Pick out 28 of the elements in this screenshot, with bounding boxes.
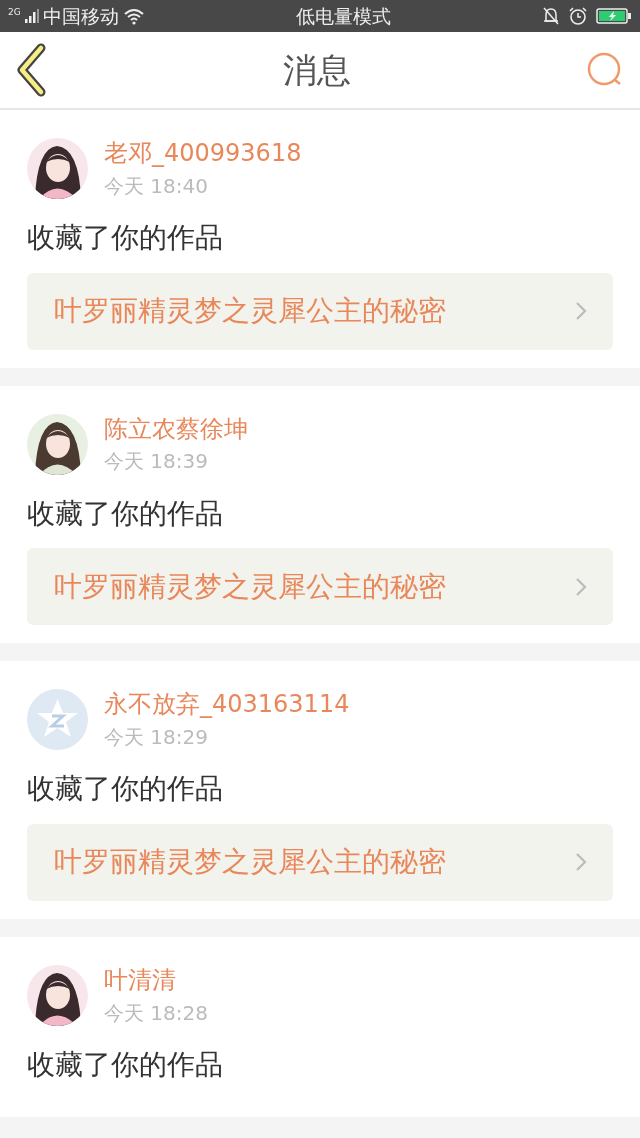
message-time: 今天 18:39 [104,449,209,474]
chevron-right-icon [575,852,587,873]
back-icon [16,43,48,97]
message-text: 收藏了你的作品 [27,221,224,255]
wifi-icon [122,7,145,25]
back-button[interactable] [16,43,48,97]
signal-icon [24,8,39,24]
alarm-icon [568,6,588,26]
message-time: 今天 18:40 [104,173,209,198]
user-name[interactable]: 陈立农蔡徐坤 [104,414,248,444]
bell-muted-icon [542,6,560,26]
page-title: 消息 [283,48,351,92]
network-label: 2G [8,5,21,19]
mode-label: 低电量模式 [295,3,391,29]
user-name[interactable]: 永不放弃_403163114 [104,690,350,720]
user-name[interactable]: 叶清清 [104,965,208,995]
user-name[interactable]: 老邓_400993618 [104,139,302,168]
work-link[interactable]: 叶罗丽精灵梦之灵犀公主的秘密 [27,548,613,626]
chevron-right-icon [575,301,587,322]
message-time: 今天 18:28 [104,1000,208,1025]
work-link[interactable]: 叶罗丽精灵梦之灵犀公主的秘密 [27,272,613,350]
message-time: 今天 18:29 [104,725,209,750]
work-link[interactable]: 叶罗丽精灵梦之灵犀公主的秘密 [27,823,613,901]
carrier-label: 中国移动 [42,3,119,29]
message-text: 收藏了你的作品 [27,1047,224,1082]
chevron-right-icon [575,576,587,597]
message-text: 收藏了你的作品 [27,772,224,806]
message-text: 收藏了你的作品 [27,496,224,531]
